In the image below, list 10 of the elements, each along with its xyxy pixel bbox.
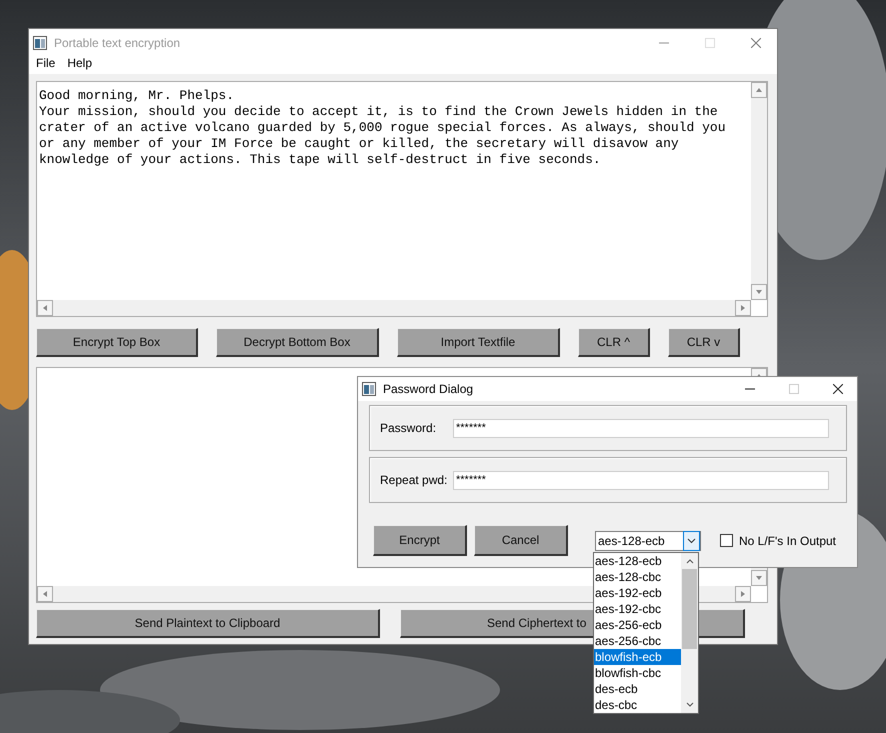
field-label: Repeat pwd: xyxy=(380,473,448,487)
text-line: crater of an active volcano guarded by 5,000 rogue special forces. As always, should you xyxy=(39,120,727,136)
field-label: Password: xyxy=(380,421,438,435)
text-line: Your mission, should you decide to accept it, is to find the Crown Jewels hidden in the xyxy=(39,104,719,120)
text-line: Good morning, Mr. Phelps. xyxy=(39,88,236,104)
checkbox-label: No L/F's In Output xyxy=(739,534,836,548)
text-line: knowledge of your actions. This tape will self-destruct in five seconds. xyxy=(39,152,602,168)
text-line: or any member of your IM Force be caught or killed, the secretary will disavow any xyxy=(39,136,680,152)
dialog-title: Password Dialog xyxy=(383,382,474,396)
window-title: Portable text encryption xyxy=(54,36,180,50)
